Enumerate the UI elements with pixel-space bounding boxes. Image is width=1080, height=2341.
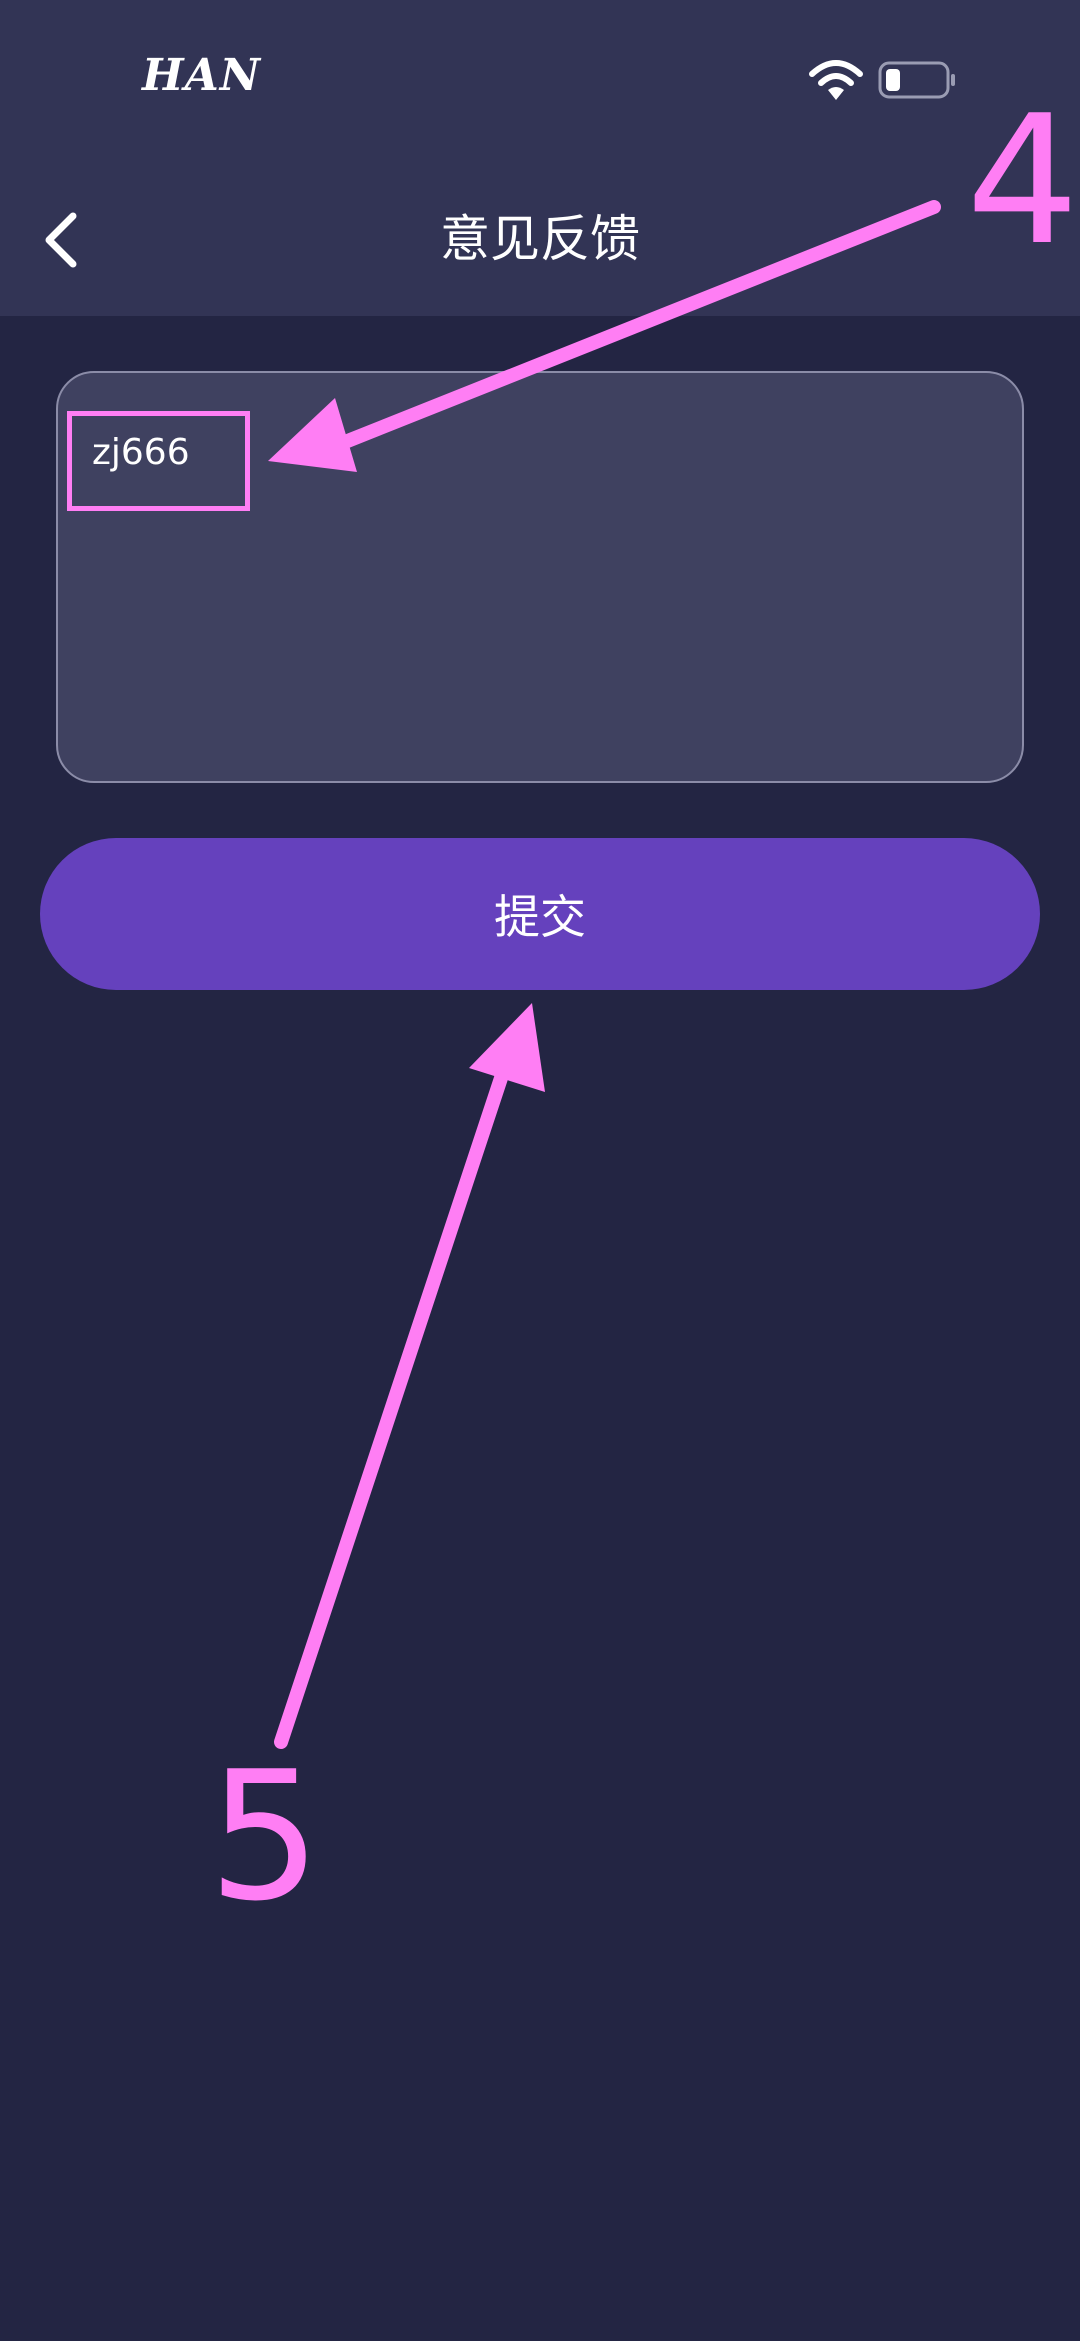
annotation-arrow-4: [268, 200, 941, 472]
annotation-arrow-5: [274, 1003, 545, 1749]
annotation-arrows: [268, 200, 941, 1749]
annotation-label-4: 4: [966, 77, 1080, 284]
annotation-label-5: 5: [208, 1733, 322, 1940]
